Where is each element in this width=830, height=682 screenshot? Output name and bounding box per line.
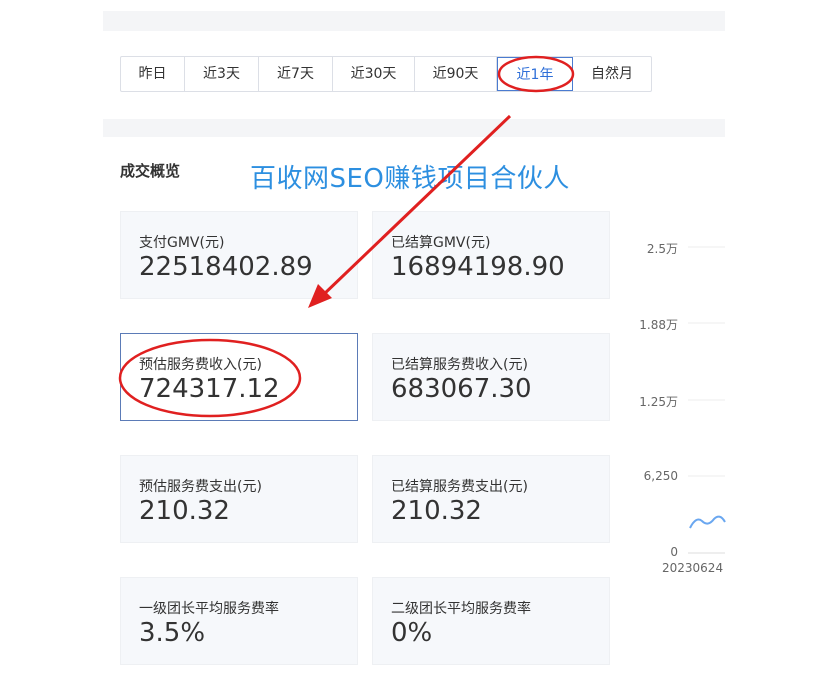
card-label: 支付GMV(元): [139, 235, 225, 251]
card-value: 683067.30: [391, 374, 532, 404]
card-label: 已结算GMV(元): [391, 235, 491, 251]
tab-last-30-days[interactable]: 近30天: [333, 57, 415, 91]
card-value: 22518402.89: [139, 252, 313, 282]
card-label: 预估服务费收入(元): [139, 357, 262, 373]
chart-y-tick: 1.25万: [639, 395, 678, 409]
card-value: 16894198.90: [391, 252, 565, 282]
tab-natural-month[interactable]: 自然月: [573, 57, 651, 91]
card-label: 已结算服务费收入(元): [391, 357, 528, 373]
chart-trend-line: [689, 515, 726, 529]
card-payment-gmv[interactable]: 支付GMV(元) 22518402.89: [120, 211, 358, 299]
top-divider-band: [103, 11, 725, 31]
watermark-text: 百收网SEO赚钱项目合伙人: [250, 164, 570, 194]
card-settled-gmv[interactable]: 已结算GMV(元) 16894198.90: [372, 211, 610, 299]
card-value: 210.32: [391, 496, 482, 526]
card-level2-avg-service-rate[interactable]: 二级团长平均服务费率 0%: [372, 577, 610, 665]
card-value: 0%: [391, 618, 433, 648]
middle-divider-band: [103, 119, 725, 137]
chart-y-tick: 0: [670, 545, 678, 559]
card-label: 预估服务费支出(元): [139, 479, 262, 495]
card-value: 3.5%: [139, 618, 206, 648]
chart-y-tick: 2.5万: [646, 242, 678, 256]
card-level1-avg-service-rate[interactable]: 一级团长平均服务费率 3.5%: [120, 577, 358, 665]
chart-x-tick: 20230624: [662, 561, 724, 575]
card-label: 一级团长平均服务费率: [139, 601, 279, 617]
card-value: 724317.12: [139, 374, 280, 404]
tab-yesterday[interactable]: 昨日: [121, 57, 185, 91]
tab-last-3-days[interactable]: 近3天: [185, 57, 259, 91]
card-estimated-service-income[interactable]: 预估服务费收入(元) 724317.12: [120, 333, 358, 421]
card-settled-service-expense[interactable]: 已结算服务费支出(元) 210.32: [372, 455, 610, 543]
card-estimated-service-expense[interactable]: 预估服务费支出(元) 210.32: [120, 455, 358, 543]
tab-last-7-days[interactable]: 近7天: [259, 57, 333, 91]
card-settled-service-income[interactable]: 已结算服务费收入(元) 683067.30: [372, 333, 610, 421]
card-value: 210.32: [139, 496, 230, 526]
tab-last-1-year[interactable]: 近1年: [497, 57, 573, 91]
chart-y-tick: 6,250: [643, 469, 678, 483]
date-range-tabs: 昨日 近3天 近7天 近30天 近90天 近1年 自然月: [120, 56, 652, 92]
card-label: 已结算服务费支出(元): [391, 479, 528, 495]
tab-last-90-days[interactable]: 近90天: [415, 57, 497, 91]
chart-y-tick: 1.88万: [639, 318, 678, 332]
card-label: 二级团长平均服务费率: [391, 601, 531, 617]
section-title: 成交概览: [120, 162, 181, 180]
